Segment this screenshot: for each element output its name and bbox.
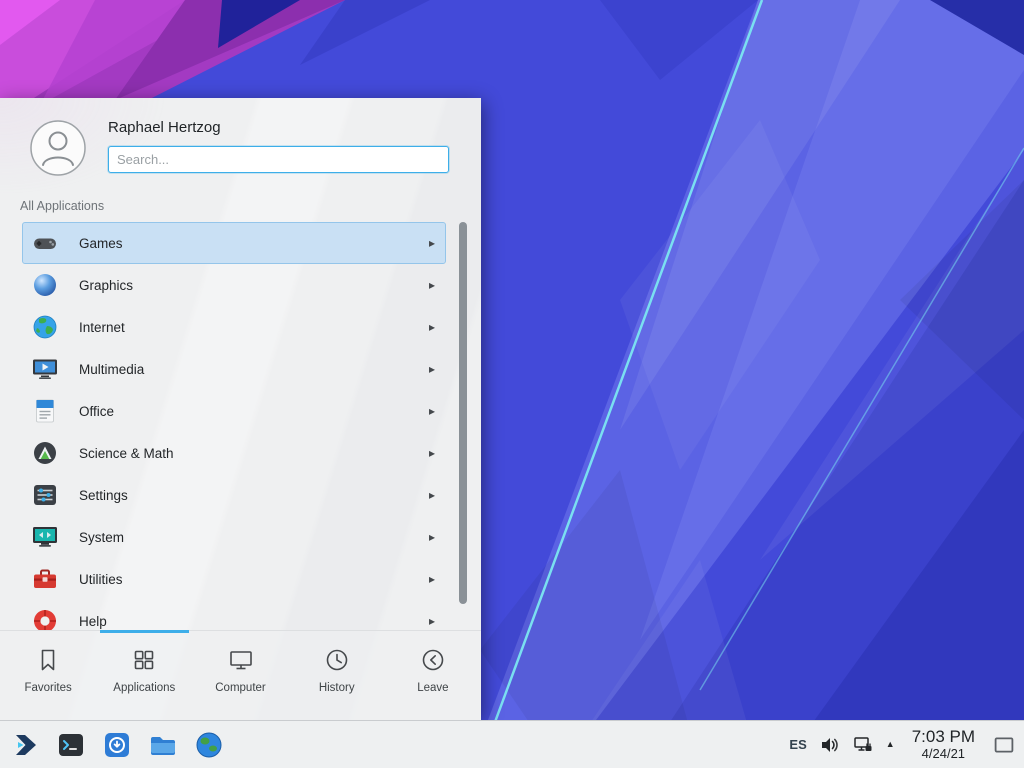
network-icon (853, 735, 873, 755)
tab-history[interactable]: History (289, 631, 385, 720)
category-label: Games (79, 236, 123, 251)
submenu-arrow-icon: ▸ (429, 278, 445, 292)
tab-applications[interactable]: Applications (96, 631, 192, 720)
computer-icon (228, 647, 254, 673)
launcher-header: Raphael Hertzog (0, 98, 481, 190)
office-icon (31, 397, 59, 425)
clock-date: 4/24/21 (912, 747, 975, 762)
launcher-icon (10, 730, 40, 760)
tab-favorites[interactable]: Favorites (0, 631, 96, 720)
app-launcher-button[interactable] (10, 730, 40, 760)
launcher-tab-bar: Favorites Applications Computer (0, 630, 481, 720)
applications-grid-icon (131, 647, 157, 673)
tab-label: Computer (215, 682, 266, 694)
category-label: Science & Math (79, 446, 174, 461)
category-graphics[interactable]: Graphics ▸ (22, 264, 446, 306)
category-label: Help (79, 614, 107, 629)
category-science-math[interactable]: Science & Math ▸ (22, 432, 446, 474)
discover-icon (102, 730, 132, 760)
keyboard-layout-indicator[interactable]: ES (789, 737, 806, 752)
multimedia-icon (31, 355, 59, 383)
application-launcher-menu: Raphael Hertzog All Applications Games ▸ (0, 98, 481, 720)
globe-icon (194, 730, 224, 760)
submenu-arrow-icon: ▸ (429, 320, 445, 334)
category-system[interactable]: System ▸ (22, 516, 446, 558)
utilities-icon (31, 565, 59, 593)
digital-clock[interactable]: 7:03 PM 4/24/21 (908, 727, 979, 761)
category-help[interactable]: Help ▸ (22, 600, 446, 630)
terminal-app-button[interactable] (56, 730, 86, 760)
volume-button[interactable] (820, 735, 840, 755)
category-label: Multimedia (79, 362, 144, 377)
terminal-icon (56, 730, 86, 760)
web-browser-button[interactable] (194, 730, 224, 760)
tab-label: Leave (417, 682, 448, 694)
category-list: Games ▸ Graphics ▸ (0, 222, 481, 630)
active-tab-indicator (100, 630, 189, 633)
category-settings[interactable]: Settings ▸ (22, 474, 446, 516)
category-label: Office (79, 404, 114, 419)
submenu-arrow-icon: ▸ (429, 488, 445, 502)
submenu-arrow-icon: ▸ (429, 236, 445, 250)
network-button[interactable] (853, 735, 873, 755)
tab-label: Applications (113, 682, 175, 694)
submenu-arrow-icon: ▸ (429, 362, 445, 376)
system-tray: ES ▲ 7:03 PM 4/24/21 (789, 725, 1024, 765)
all-applications-label: All Applications (20, 199, 104, 213)
category-internet[interactable]: Internet ▸ (22, 306, 446, 348)
tray-expand-button[interactable]: ▲ (886, 740, 895, 749)
games-icon (31, 229, 59, 257)
file-manager-button[interactable] (148, 730, 178, 760)
category-label: System (79, 530, 124, 545)
software-center-button[interactable] (102, 730, 132, 760)
category-label: Utilities (79, 572, 123, 587)
user-avatar[interactable] (30, 120, 86, 176)
submenu-arrow-icon: ▸ (429, 572, 445, 586)
submenu-arrow-icon: ▸ (429, 446, 445, 460)
category-utilities[interactable]: Utilities ▸ (22, 558, 446, 600)
taskbar-panel: ES ▲ 7:03 PM 4/24/21 (0, 720, 1024, 768)
user-name: Raphael Hertzog (108, 119, 221, 136)
clock-time: 7:03 PM (912, 727, 975, 747)
category-multimedia[interactable]: Multimedia ▸ (22, 348, 446, 390)
folder-icon (148, 730, 178, 760)
search-input[interactable] (108, 146, 449, 173)
history-clock-icon (324, 647, 350, 673)
science-icon (31, 439, 59, 467)
tab-label: History (319, 682, 355, 694)
category-label: Internet (79, 320, 125, 335)
tab-computer[interactable]: Computer (192, 631, 288, 720)
category-games[interactable]: Games ▸ (22, 222, 446, 264)
favorites-icon (35, 647, 61, 673)
graphics-icon (31, 271, 59, 299)
submenu-arrow-icon: ▸ (429, 404, 445, 418)
submenu-arrow-icon: ▸ (429, 530, 445, 544)
category-label: Settings (79, 488, 128, 503)
tab-label: Favorites (24, 682, 71, 694)
list-scrollbar[interactable] (459, 222, 467, 604)
submenu-arrow-icon: ▸ (429, 614, 445, 628)
internet-icon (31, 313, 59, 341)
help-icon (31, 607, 59, 630)
system-icon (31, 523, 59, 551)
tab-leave[interactable]: Leave (385, 631, 481, 720)
show-desktop-icon (992, 733, 1016, 757)
category-label: Graphics (79, 278, 133, 293)
leave-icon (420, 647, 446, 673)
settings-icon (31, 481, 59, 509)
show-desktop-button[interactable] (992, 725, 1016, 765)
category-office[interactable]: Office ▸ (22, 390, 446, 432)
taskbar-left (0, 730, 224, 760)
speaker-icon (820, 735, 840, 755)
